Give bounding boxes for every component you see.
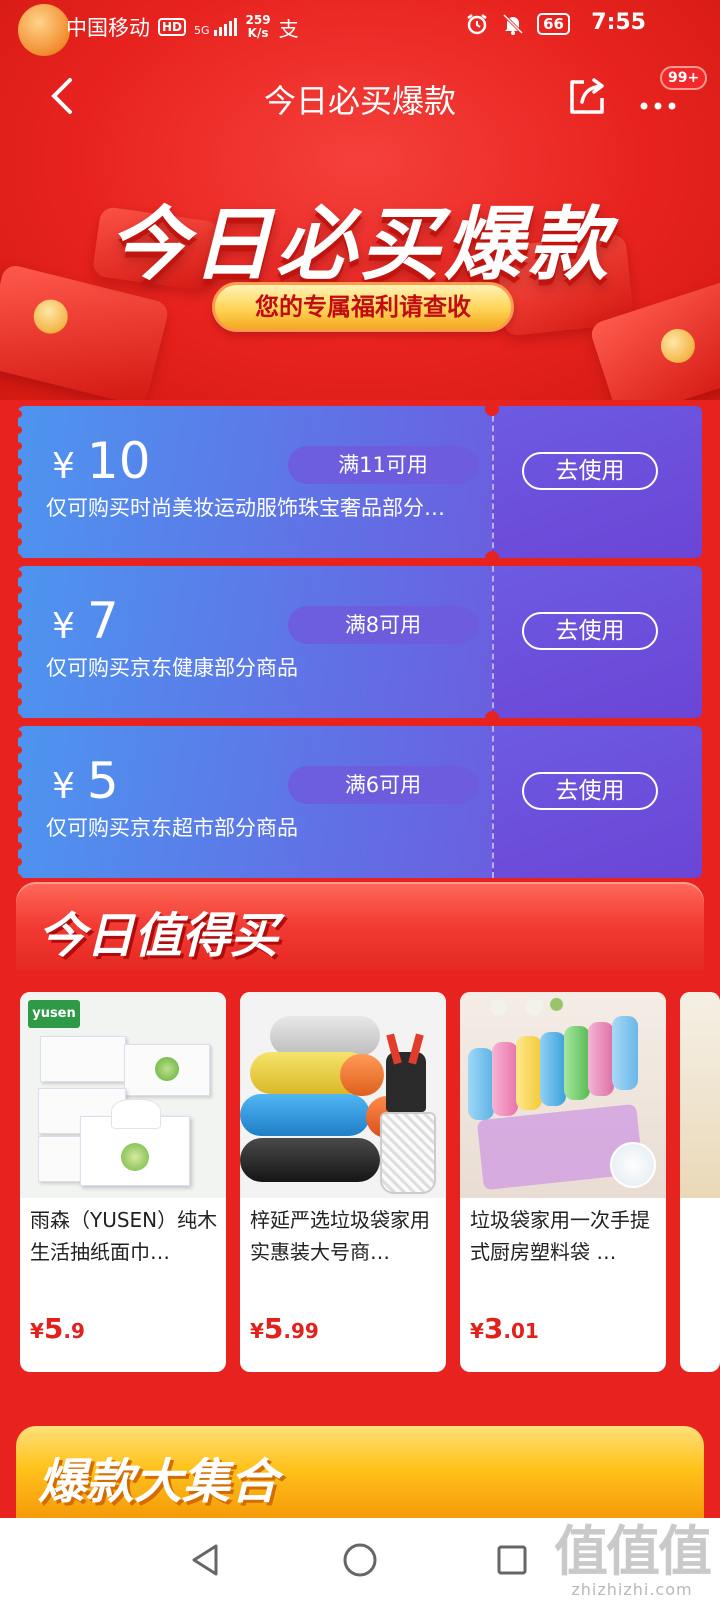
brand-logo: yusen <box>28 1000 80 1028</box>
use-coupon-button[interactable]: 去使用 <box>522 452 658 490</box>
use-coupon-button[interactable]: 去使用 <box>522 612 658 650</box>
alipay-icon: 支 <box>278 16 299 41</box>
coupon-description: 仅可购买京东超市部分商品 <box>46 816 298 840</box>
coupon-amount: ¥7 <box>52 592 119 650</box>
hd-icon: HD <box>158 18 187 36</box>
product-carousel[interactable]: yusen 雨森（YUSEN）纯木生活抽纸面巾… ¥5.9 梓延严选垃圾袋家用实… <box>0 992 720 1380</box>
coupon-card: ¥5 满6可用 仅可购买京东超市部分商品 去使用 <box>18 726 702 878</box>
watermark-url: zhizhizhi.com <box>571 1580 693 1599</box>
coupon-description: 仅可购买京东健康部分商品 <box>46 656 298 680</box>
status-time: 7:55 <box>591 10 646 35</box>
product-name: 垃圾袋家用一次手提式厨房塑料袋 … <box>470 1208 650 1264</box>
product-card[interactable]: yusen 雨森（YUSEN）纯木生活抽纸面巾… ¥5.9 <box>20 992 226 1372</box>
alarm-icon <box>467 14 487 35</box>
top-nav: 今日必买爆款 99+ <box>0 60 720 136</box>
coupon-condition: 满6可用 <box>288 766 478 804</box>
nav-recents-icon[interactable] <box>490 1538 534 1582</box>
watermark-logo: 值值值 <box>554 1520 712 1583</box>
product-price: ¥5.99 <box>250 1312 319 1345</box>
coupon-condition: 满8可用 <box>288 606 478 644</box>
nav-home-icon[interactable] <box>338 1538 382 1582</box>
product-card-partial[interactable] <box>680 992 720 1372</box>
coupon-card: ¥10 满11可用 仅可购买时尚美妆运动服饰珠宝奢品部分… 去使用 <box>18 406 702 558</box>
banner-title: 今日必买爆款 <box>108 198 612 291</box>
coupon-notch <box>485 551 499 565</box>
notification-badge: 99+ <box>660 66 708 90</box>
hot-collection-title: 爆款大集合 <box>38 1454 279 1510</box>
product-image: yusen <box>20 992 226 1198</box>
product-image <box>460 992 666 1198</box>
product-card[interactable]: 垃圾袋家用一次手提式厨房塑料袋 … ¥3.01 <box>460 992 666 1372</box>
product-image <box>240 992 446 1198</box>
product-name: 梓延严选垃圾袋家用实惠装大号商… <box>250 1208 430 1264</box>
coupon-description: 仅可购买时尚美妆运动服饰珠宝奢品部分… <box>46 496 445 520</box>
page-title: 今日必买爆款 <box>263 82 456 120</box>
product-name: 雨森（YUSEN）纯木生活抽纸面巾… <box>30 1208 218 1264</box>
network-speed: 259 K/s <box>245 13 271 40</box>
product-card[interactable]: 梓延严选垃圾袋家用实惠装大号商… ¥5.99 <box>240 992 446 1372</box>
worth-buying-header: 今日值得买 <box>16 882 704 970</box>
hot-collection-header: 爆款大集合 <box>16 1426 704 1518</box>
coupon-amount: ¥5 <box>52 752 119 810</box>
product-price: ¥3.01 <box>470 1312 539 1345</box>
carrier-name: 中国移动 <box>66 16 150 40</box>
status-bar: 中国移动 HD 5G 259 K/s 支 66 7:55 <box>0 0 720 50</box>
nav-back-icon[interactable] <box>184 1538 228 1582</box>
mute-icon <box>503 13 524 35</box>
use-coupon-button[interactable]: 去使用 <box>522 772 658 810</box>
product-price: ¥5.9 <box>30 1312 85 1345</box>
watermark: 值值值 zhizhizhi.com <box>554 1520 712 1600</box>
coupon-notch <box>485 711 499 725</box>
share-icon[interactable] <box>564 74 608 118</box>
signal-icon: 5G <box>194 18 238 36</box>
coupon-notch <box>485 402 499 416</box>
worth-buying-title: 今日值得买 <box>38 908 279 964</box>
banner-subtitle: 您的专属福利请查收 <box>212 282 514 332</box>
coupon-card: ¥7 满8可用 仅可购买京东健康部分商品 去使用 <box>18 566 702 718</box>
coupon-condition: 满11可用 <box>288 446 478 484</box>
battery-icon: 66 <box>537 13 570 35</box>
coupon-amount: ¥10 <box>52 432 151 490</box>
